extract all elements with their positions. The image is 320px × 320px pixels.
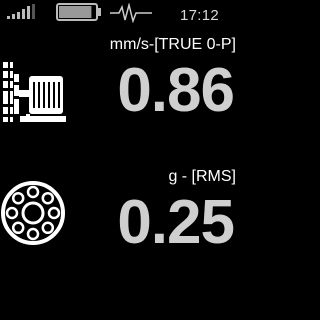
reading-value: 0.25 xyxy=(117,188,235,257)
reading-value: 0.86 xyxy=(117,56,235,125)
vibration-pulse-icon xyxy=(110,3,152,23)
reading-unit-label: mm/s-[TRUE 0-P] xyxy=(109,36,236,53)
signal-strength-icon xyxy=(7,4,35,19)
clock: 17:12 xyxy=(180,7,220,24)
bearing-icon xyxy=(1,181,65,245)
battery-icon xyxy=(56,3,101,21)
status-bar: 17:12 xyxy=(0,0,240,30)
machine-icon xyxy=(3,62,66,122)
reading-unit-label: g - [RMS] xyxy=(168,168,236,185)
